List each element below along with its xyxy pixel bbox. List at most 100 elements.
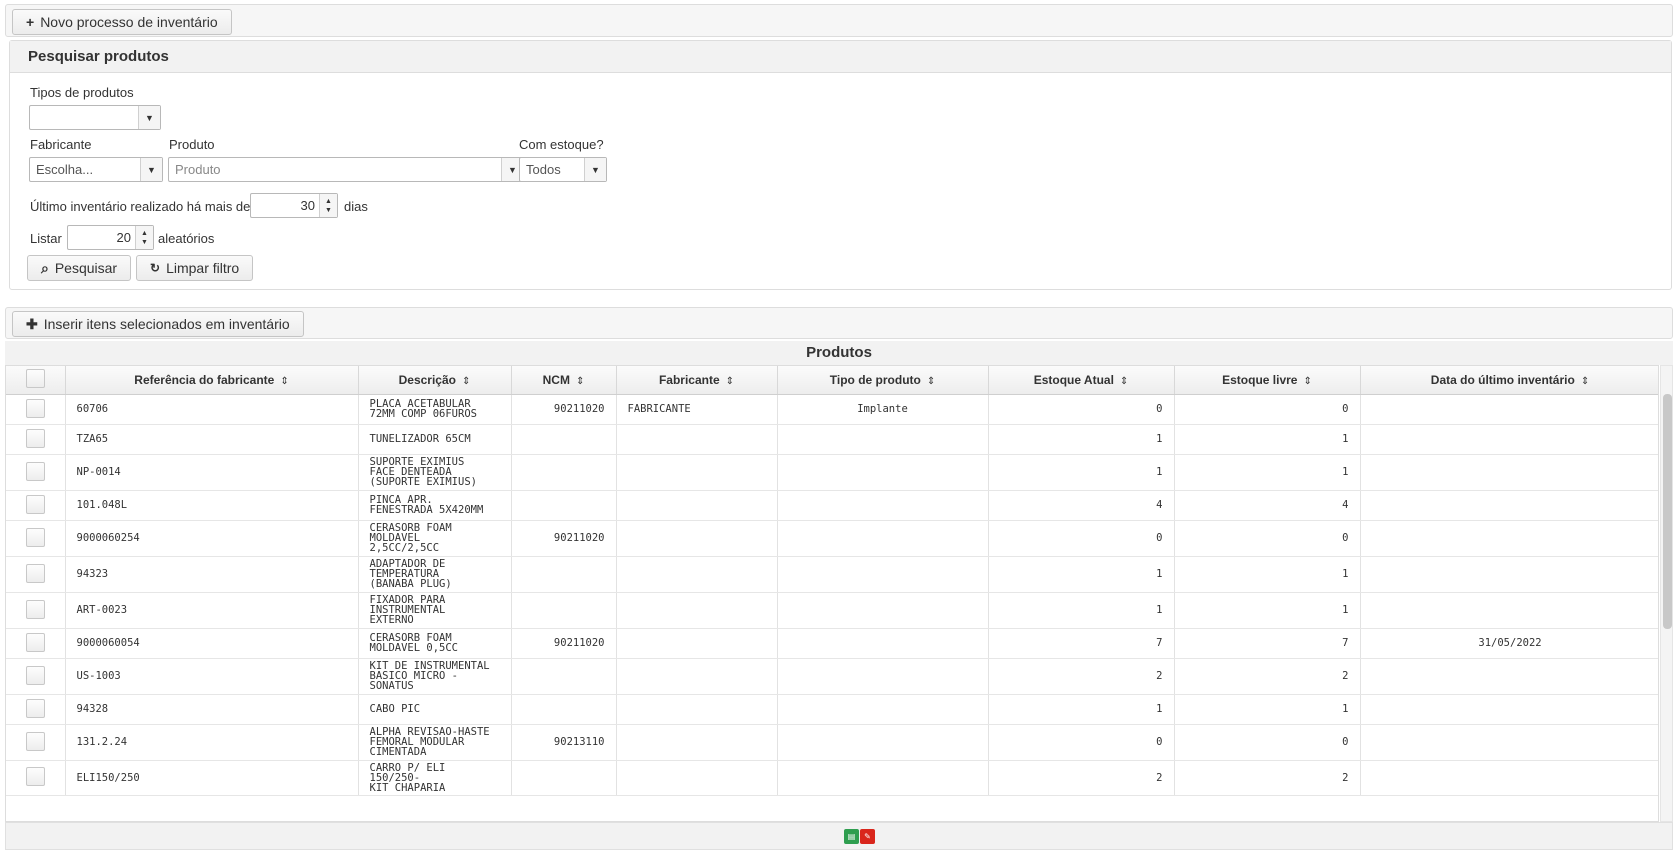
new-inventory-process-button[interactable]: + Novo processo de inventário bbox=[12, 9, 232, 35]
ref-cell: 94323 bbox=[65, 556, 359, 593]
table-row[interactable]: 101.048L PINCA APR. FENESTRADA 5X420MM 4 4 bbox=[6, 490, 1658, 521]
ncm-cell: 90211020 bbox=[511, 628, 617, 659]
product-type-column-header[interactable]: Tipo de produto ⇕ bbox=[777, 366, 989, 395]
product-placeholder: Produto bbox=[175, 162, 221, 177]
table-row[interactable]: 60706 PLACA ACETABULAR 72MM COMP 06FUROS 90… bbox=[6, 394, 1658, 425]
row-checkbox[interactable] bbox=[25, 599, 45, 619]
product-input[interactable]: Produto ▼ bbox=[168, 157, 524, 182]
list-count-stepper[interactable]: 20 ▲ ▼ bbox=[67, 225, 154, 250]
last-inventory-date-cell bbox=[1360, 658, 1658, 695]
sort-icon[interactable]: ⇕ bbox=[1120, 376, 1128, 387]
grid-scrollbar[interactable] bbox=[1660, 365, 1673, 822]
table-row[interactable]: 94328 CABO PIC 1 1 bbox=[6, 694, 1658, 725]
free-stock-cell: 0 bbox=[1174, 724, 1361, 761]
table-row[interactable]: ELI150/250 CARRO P/ ELI 150/250- KIT CHAPA… bbox=[6, 760, 1658, 796]
description-column-header[interactable]: Descrição ⇕ bbox=[358, 366, 512, 395]
sort-icon[interactable]: ⇕ bbox=[1303, 376, 1311, 387]
insert-selected-label: Inserir itens selecionados em inventário bbox=[43, 316, 290, 332]
last-inventory-date-cell bbox=[1360, 520, 1658, 557]
ncm-cell bbox=[511, 424, 617, 455]
ref-column-header[interactable]: Referência do fabricante ⇕ bbox=[65, 366, 359, 395]
clear-filter-button[interactable]: ↻ Limpar filtro bbox=[136, 255, 254, 281]
spinner-arrows-icon[interactable]: ▲ ▼ bbox=[135, 226, 153, 249]
description-line: SONATUS bbox=[369, 680, 414, 692]
row-checkbox[interactable] bbox=[25, 527, 45, 547]
insert-selected-button[interactable]: ✚ Inserir itens selecionados em inventár… bbox=[12, 311, 304, 337]
ncm-cell: 90211020 bbox=[511, 394, 617, 425]
row-select-cell bbox=[6, 556, 66, 593]
free-stock-cell: 1 bbox=[1174, 592, 1361, 629]
table-row[interactable]: 131.2.24 ALPHA REVISAO-HASTE FEMORAL MODUL… bbox=[6, 724, 1658, 761]
ncm-cell bbox=[511, 592, 617, 629]
manufacturer-select[interactable]: Escolha... ▼ bbox=[29, 157, 163, 182]
free-stock-cell: 1 bbox=[1174, 556, 1361, 593]
plus-icon: + bbox=[26, 14, 35, 30]
table-row[interactable]: US-1003 KIT DE INSTRUMENTAL BASICO MICRO -… bbox=[6, 658, 1658, 695]
random-label: aleatórios bbox=[158, 231, 215, 246]
table-row[interactable]: NP-0014 SUPORTE EXIMIUS FACE DENTEADA (SUPO… bbox=[6, 454, 1658, 491]
table-row[interactable]: 9000060054 CERASORB FOAM MOLDAVEL 0,5CC 902… bbox=[6, 628, 1658, 659]
excel-export-icon[interactable]: ▤ bbox=[844, 829, 859, 844]
last-inventory-date-column-header[interactable]: Data do último inventário ⇕ bbox=[1360, 366, 1658, 395]
free-stock-cell: 0 bbox=[1174, 394, 1361, 425]
row-select-cell bbox=[6, 760, 66, 796]
current-stock-cell: 7 bbox=[988, 628, 1175, 659]
with-stock-value: Todos bbox=[526, 162, 561, 177]
ncm-cell bbox=[511, 556, 617, 593]
pdf-export-icon[interactable]: ✎ bbox=[860, 829, 875, 844]
search-panel: Pesquisar produtos Tipos de produtos ▼ F… bbox=[9, 40, 1672, 290]
last-inventory-label: Último inventário realizado há mais de bbox=[30, 199, 251, 214]
row-checkbox[interactable] bbox=[25, 665, 45, 685]
row-checkbox[interactable] bbox=[25, 461, 45, 481]
last-inventory-date-cell bbox=[1360, 490, 1658, 521]
manufacturer-column-header[interactable]: Fabricante ⇕ bbox=[616, 366, 778, 395]
ref-cell: NP-0014 bbox=[65, 454, 359, 491]
row-checkbox[interactable] bbox=[25, 767, 45, 786]
table-row[interactable]: TZA65 TUNELIZADOR 65CM 1 1 bbox=[6, 424, 1658, 455]
ref-cell: US-1003 bbox=[65, 658, 359, 695]
ref-cell: 131.2.24 bbox=[65, 724, 359, 761]
row-checkbox[interactable] bbox=[25, 494, 45, 514]
row-checkbox[interactable] bbox=[25, 698, 45, 718]
sort-icon[interactable]: ⇕ bbox=[462, 376, 470, 387]
sort-icon[interactable]: ⇕ bbox=[280, 376, 288, 387]
spinner-arrows-icon[interactable]: ▲ ▼ bbox=[319, 194, 337, 217]
products-table: Referência do fabricante ⇕ Descrição ⇕ NCM ⇕ F… bbox=[6, 366, 1658, 796]
search-button[interactable]: ⌕ Pesquisar bbox=[27, 255, 132, 281]
table-row[interactable]: 9000060254 CERASORB FOAM MOLDAVEL 2,5CC/2,5… bbox=[6, 520, 1658, 557]
product-type-cell bbox=[777, 760, 989, 796]
row-select-cell bbox=[6, 658, 66, 695]
current-stock-cell: 2 bbox=[988, 658, 1175, 695]
current-stock-column-header[interactable]: Estoque Atual ⇕ bbox=[988, 366, 1175, 395]
ref-cell: 101.048L bbox=[65, 490, 359, 521]
row-checkbox[interactable] bbox=[25, 731, 45, 751]
with-stock-select[interactable]: Todos ▼ bbox=[519, 157, 607, 182]
current-stock-cell: 4 bbox=[988, 490, 1175, 521]
scrollbar-thumb[interactable] bbox=[1663, 394, 1672, 629]
sort-icon[interactable]: ⇕ bbox=[927, 376, 935, 387]
refresh-icon: ↻ bbox=[150, 261, 161, 275]
current-stock-cell: 1 bbox=[988, 556, 1175, 593]
row-checkbox[interactable] bbox=[25, 428, 45, 448]
current-stock-cell: 0 bbox=[988, 724, 1175, 761]
product-type-cell: Implante bbox=[777, 394, 989, 425]
row-checkbox[interactable] bbox=[25, 398, 45, 418]
ncm-cell: 90213110 bbox=[511, 724, 617, 761]
description-cell: CARRO P/ ELI 150/250- KIT CHAPARIA bbox=[358, 760, 512, 796]
ncm-column-header[interactable]: NCM ⇕ bbox=[511, 366, 617, 395]
product-type-cell bbox=[777, 424, 989, 455]
product-types-select[interactable]: ▼ bbox=[29, 105, 161, 130]
description-line: EXTERNO bbox=[369, 614, 414, 626]
sort-icon[interactable]: ⇕ bbox=[1581, 376, 1589, 387]
free-stock-column-header[interactable]: Estoque livre ⇕ bbox=[1174, 366, 1361, 395]
sort-icon[interactable]: ⇕ bbox=[576, 376, 584, 387]
table-row[interactable]: ART-0023 FIXADOR PARA INSTRUMENTAL EXTERNO 1… bbox=[6, 592, 1658, 629]
table-row[interactable]: 94323 ADAPTADOR DE TEMPERATURA (BANABA PLUG… bbox=[6, 556, 1658, 593]
select-all-checkbox[interactable] bbox=[25, 368, 45, 388]
sort-icon[interactable]: ⇕ bbox=[726, 376, 734, 387]
row-checkbox[interactable] bbox=[25, 563, 45, 583]
last-inventory-days-stepper[interactable]: 30 ▲ ▼ bbox=[250, 193, 338, 218]
row-checkbox[interactable] bbox=[25, 632, 45, 652]
manufacturer-cell bbox=[616, 724, 778, 761]
manufacturer-cell bbox=[616, 658, 778, 695]
